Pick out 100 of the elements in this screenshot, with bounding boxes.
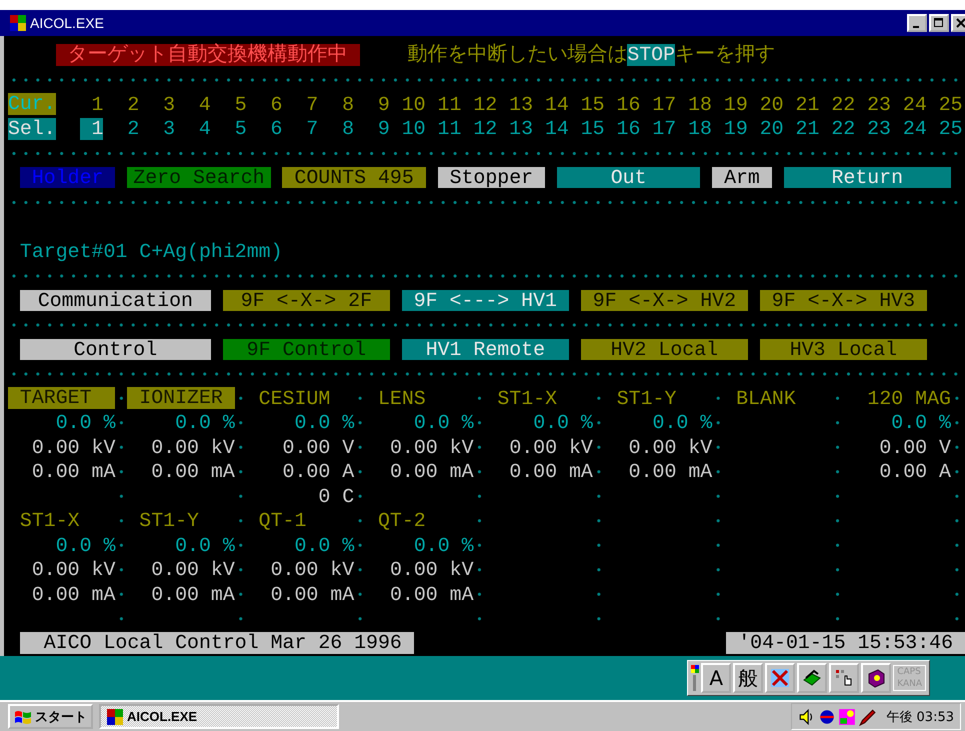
prompt-text: キーを押す [675, 44, 776, 66]
readout-value: 0.00 kV [390, 558, 474, 582]
position-number: 20 [760, 92, 784, 116]
readout-value: 0.0 % [533, 411, 593, 434]
position-number[interactable]: 24 [902, 118, 927, 140]
mechanism-indicator: Out [556, 167, 700, 188]
position-number[interactable]: 2 [115, 118, 140, 140]
window-title: AICOL.EXE [30, 15, 104, 31]
readout-value: 0.00 mA [151, 460, 235, 484]
position-number: 13 [509, 92, 534, 116]
position-number[interactable]: 9 [366, 118, 390, 140]
position-number[interactable]: 6 [258, 118, 282, 140]
position-number[interactable]: 7 [294, 118, 318, 140]
position-number[interactable]: 20 [760, 118, 784, 140]
position-number[interactable]: 1 [80, 118, 104, 140]
mechanism-indicator: Arm [712, 167, 772, 188]
mechanism-indicator: Holder [20, 167, 116, 188]
help-button[interactable] [861, 663, 892, 693]
status-banner: ターゲット自動交換機構動作中 [56, 44, 360, 66]
position-number: 16 [616, 92, 640, 116]
grip-icon[interactable] [691, 663, 700, 693]
readout-value: 0.00 mA [32, 460, 116, 484]
position-number[interactable]: 12 [473, 118, 498, 140]
readout-value: 0.00 mA [509, 460, 593, 484]
close-button[interactable] [951, 14, 965, 32]
readout-value: 0.0 % [175, 534, 235, 557]
readout-value: 0.00 mA [151, 582, 235, 606]
position-number[interactable]: 22 [831, 118, 856, 140]
position-number[interactable]: 4 [186, 118, 211, 140]
readout-value: 0.00 V [879, 436, 951, 459]
maximize-icon [934, 18, 944, 28]
hand-pad-icon [834, 668, 854, 688]
pad-button[interactable] [829, 663, 860, 693]
readout-value: 0.00 A [879, 460, 951, 484]
tools-button[interactable] [765, 663, 796, 693]
channel-header: CESIUM [258, 386, 330, 410]
readout-value: 0.00 kV [509, 436, 593, 459]
ime-mode-button[interactable]: A [701, 663, 732, 693]
position-number[interactable]: 25 [938, 118, 963, 140]
position-number[interactable]: 8 [330, 118, 354, 140]
prompt-text: 動作を中断したい場合は [407, 44, 628, 66]
position-number[interactable]: 23 [867, 118, 891, 140]
readout-value: 0.0 % [891, 411, 951, 434]
position-number[interactable]: 3 [151, 118, 176, 140]
link-indicator: 9F <-X-> HV3 [760, 290, 927, 311]
channel-header: ST1-X [18, 509, 80, 532]
close-icon [956, 18, 965, 28]
channel-header: QT-1 [258, 509, 306, 532]
readout-value: 0.00 mA [270, 582, 354, 606]
readout-value: 0.00 mA [628, 460, 712, 484]
position-number[interactable]: 18 [688, 118, 712, 140]
position-number[interactable]: 16 [616, 118, 640, 140]
position-number: 6 [270, 92, 282, 116]
mode-indicator: HV1 Remote [402, 338, 569, 360]
minimize-button[interactable] [907, 14, 927, 32]
readout-value: 0.0 % [652, 411, 712, 434]
channel-header: LENS [377, 386, 426, 410]
position-number: 10 [402, 92, 426, 116]
target-text: Target#01 C+Ag(phi2mm) [18, 240, 283, 263]
position-number[interactable]: 19 [724, 118, 748, 140]
position-number: 9 [378, 92, 390, 116]
task-button[interactable]: AICOL.EXE [99, 704, 339, 729]
position-number[interactable]: 15 [580, 118, 605, 140]
position-number[interactable]: 13 [509, 118, 534, 140]
readout-value: 0.00 V [282, 436, 354, 459]
pen-icon[interactable] [858, 708, 876, 726]
row-label: Sel. [8, 118, 56, 140]
position-number: 23 [867, 92, 891, 116]
position-number: 18 [688, 92, 712, 116]
start-button[interactable]: スタート [8, 704, 93, 729]
readout-value: 0.00 mA [32, 582, 116, 606]
position-number[interactable]: 14 [544, 118, 569, 140]
channel-header: ST1-Y [616, 386, 676, 410]
readout-value: 0.0 % [294, 411, 354, 434]
communication-label: Communication [20, 290, 211, 311]
readout-value: 0.00 kV [32, 558, 116, 582]
readout-value: 0.0 % [56, 411, 116, 434]
position-number: 25 [938, 92, 963, 116]
app-icon [107, 708, 123, 724]
position-number: 22 [831, 92, 856, 116]
readout-value: 0.00 kV [628, 436, 712, 459]
position-number: 8 [342, 92, 354, 116]
readout-value: 0.00 kV [270, 558, 354, 582]
input-mode-button[interactable]: 般 [733, 663, 764, 693]
readout-value: 0.0 % [56, 534, 116, 557]
position-number[interactable]: 10 [402, 118, 426, 140]
channel-header: QT-2 [377, 509, 426, 532]
position-number[interactable]: 21 [796, 118, 820, 140]
row-label: Cur. [8, 93, 56, 116]
readout-value: 0.00 kV [32, 436, 116, 459]
channel-header: 120 MAG [867, 386, 951, 410]
readout-value: 0.00 kV [151, 558, 235, 582]
channel-header: IONIZER [127, 387, 235, 410]
position-number: 21 [796, 92, 820, 116]
position-number[interactable]: 17 [652, 118, 676, 140]
position-number[interactable]: 11 [438, 118, 462, 140]
maximize-button[interactable] [929, 14, 949, 32]
dictionary-button[interactable] [797, 663, 828, 693]
position-number[interactable]: 5 [222, 118, 247, 140]
readout-value: 0.00 mA [390, 582, 474, 606]
